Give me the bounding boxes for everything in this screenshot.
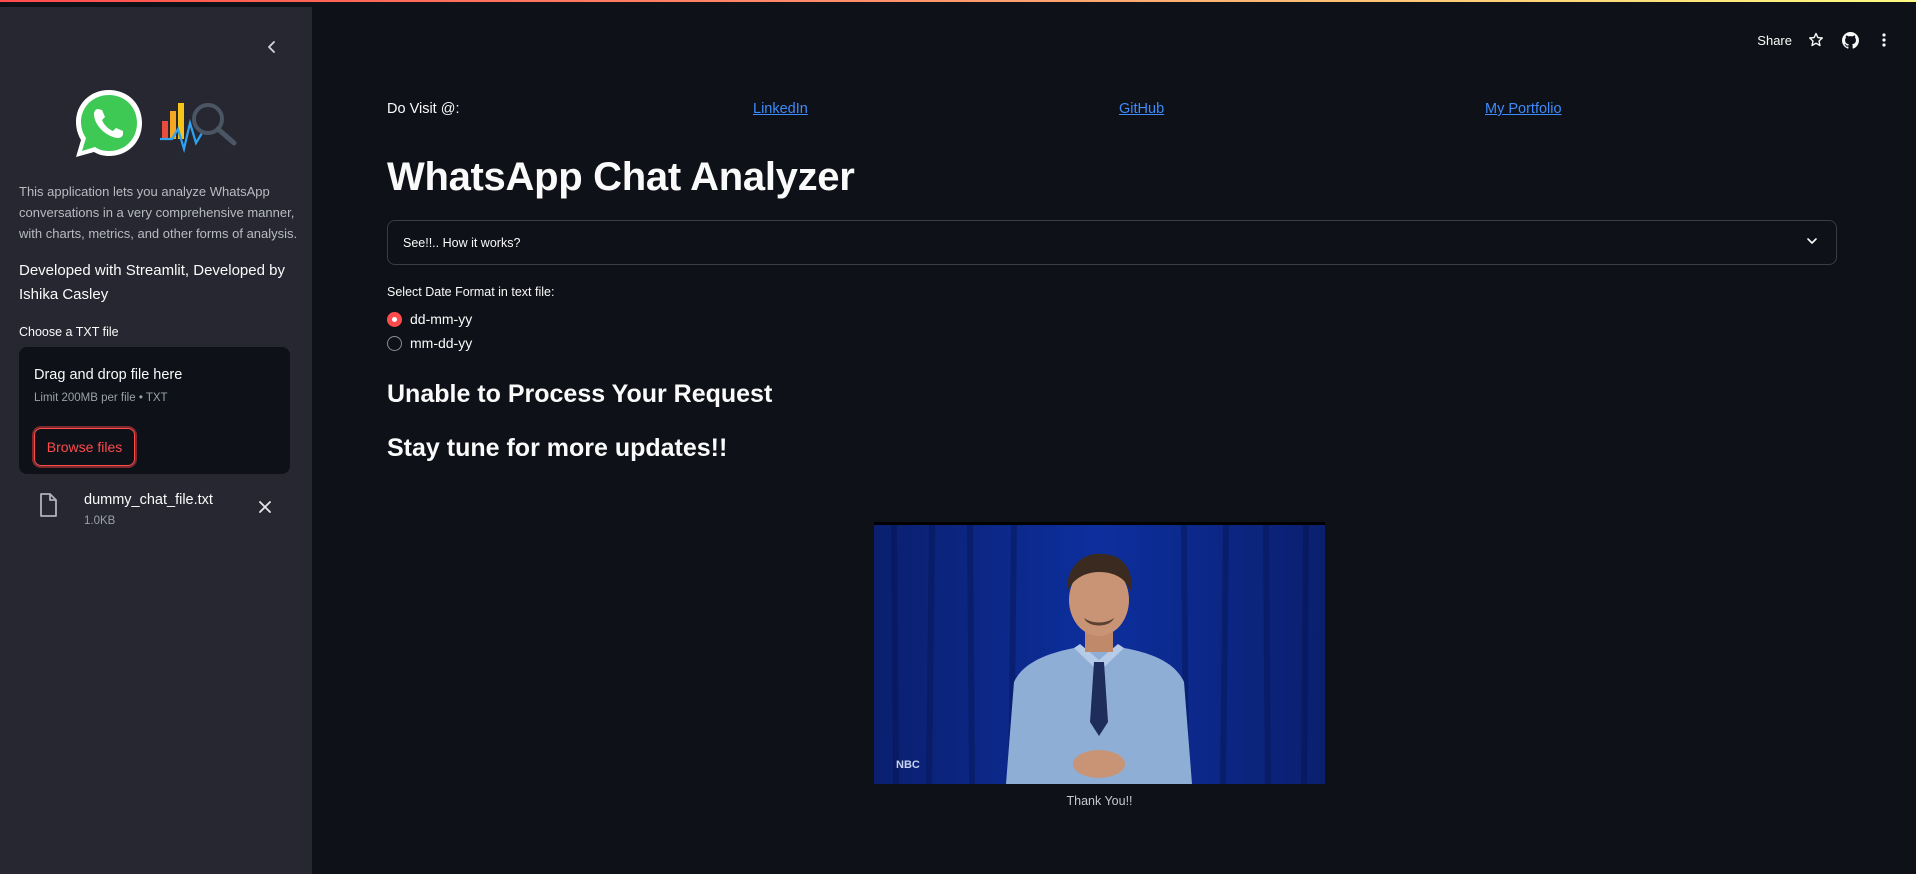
github-button[interactable] xyxy=(1840,30,1860,50)
chevron-down-icon xyxy=(1807,238,1817,244)
nbc-watermark: NBC xyxy=(896,759,920,771)
github-icon xyxy=(1841,31,1859,49)
top-decoration-bar xyxy=(0,0,1916,7)
uploaded-file-item: dummy_chat_file.txt 1.0KB xyxy=(19,483,290,533)
gif-illustration: NBC xyxy=(874,524,1325,784)
browse-files-button[interactable]: Browse files xyxy=(34,428,135,466)
date-format-label: Select Date Format in text file: xyxy=(387,285,555,299)
image-caption: Thank You!! xyxy=(1066,794,1133,808)
close-icon xyxy=(259,501,271,513)
radio-option-label: dd-mm-yy xyxy=(410,311,473,327)
github-link[interactable]: GitHub xyxy=(1119,101,1164,117)
file-dropzone[interactable]: Drag and drop file here Limit 200MB per … xyxy=(19,347,290,474)
uploaded-file-size: 1.0KB xyxy=(84,515,116,527)
main-menu-button[interactable] xyxy=(1874,30,1894,50)
developer-credit: Developed with Streamlit, Developed by I… xyxy=(19,262,285,303)
collapse-sidebar-button[interactable] xyxy=(260,35,284,59)
app-logos xyxy=(70,85,244,163)
star-button[interactable] xyxy=(1806,30,1826,50)
uploaded-file-name: dummy_chat_file.txt xyxy=(84,492,213,508)
how-it-works-expander[interactable]: See!!.. How it works? xyxy=(387,220,1837,265)
expander-label: See!!.. How it works? xyxy=(403,236,521,250)
share-button[interactable]: Share xyxy=(1757,33,1792,48)
updates-heading: Stay tune for more updates!! xyxy=(387,434,728,462)
thank-you-gif: NBC xyxy=(874,522,1325,784)
visit-label: Do Visit @: xyxy=(387,101,460,117)
sidebar: This application lets you analyze WhatsA… xyxy=(0,7,312,874)
radio-mm-dd-yy[interactable]: mm-dd-yy xyxy=(387,335,472,351)
portfolio-link[interactable]: My Portfolio xyxy=(1485,101,1562,117)
page-title: WhatsApp Chat Analyzer xyxy=(387,155,855,199)
app-description: This application lets you analyze WhatsA… xyxy=(19,184,298,241)
more-vertical-icon xyxy=(1882,33,1886,47)
header-toolbar: Share xyxy=(1757,30,1894,50)
linkedin-link[interactable]: LinkedIn xyxy=(753,101,808,117)
chevron-left-icon xyxy=(268,41,275,53)
star-icon xyxy=(1809,32,1823,47)
radio-selected-indicator xyxy=(387,311,402,327)
file-uploader-label: Choose a TXT file xyxy=(19,325,119,339)
radio-dd-mm-yy[interactable]: dd-mm-yy xyxy=(387,311,472,327)
dropzone-title: Drag and drop file here xyxy=(34,367,183,383)
dropzone-limit: Limit 200MB per file • TXT xyxy=(34,392,168,404)
whatsapp-logo-icon xyxy=(76,90,142,157)
analytics-magnifier-icon xyxy=(160,103,237,154)
radio-option-label: mm-dd-yy xyxy=(410,335,473,351)
file-icon xyxy=(40,493,57,517)
radio-unselected-indicator xyxy=(387,335,402,351)
remove-file-button[interactable] xyxy=(255,497,275,517)
error-heading: Unable to Process Your Request xyxy=(387,380,773,408)
